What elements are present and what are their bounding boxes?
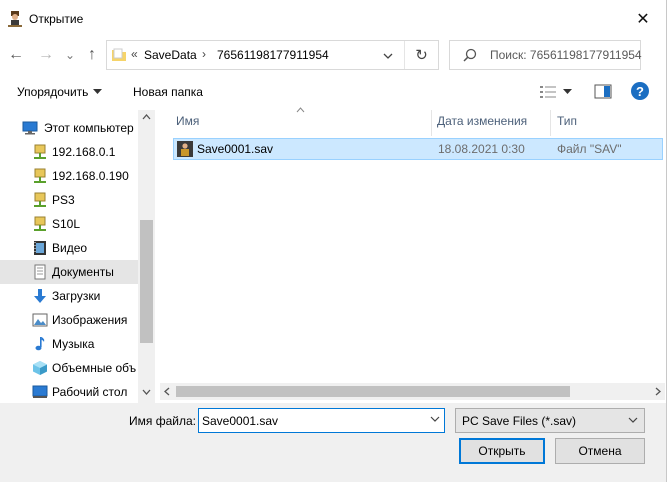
sidebar-item-pictures[interactable]: Изображения — [0, 308, 138, 332]
network-drive-icon — [34, 168, 46, 183]
scroll-right-arrow-icon[interactable] — [654, 387, 662, 396]
sav-file-icon — [177, 141, 193, 157]
sidebar-item-label: Изображения — [52, 313, 128, 327]
sort-ascending-icon — [296, 107, 305, 113]
recent-locations-button[interactable]: ⌄ — [62, 43, 78, 67]
sidebar-item-label: Рабочий стол — [52, 385, 128, 399]
folder-icon — [112, 48, 126, 61]
filename-label: Имя файла: — [129, 414, 196, 428]
chevron-down-icon — [628, 417, 638, 423]
file-type: Файл "SAV" — [557, 142, 622, 156]
sidebar-item-label: Загрузки — [52, 289, 101, 303]
network-drive-icon — [34, 216, 46, 231]
chevron-down-icon — [93, 89, 103, 94]
sidebar-item-label: Музыка — [52, 337, 95, 351]
3d-objects-folder-icon — [33, 361, 47, 375]
horizontal-scroll-thumb[interactable] — [176, 386, 570, 397]
filetype-select[interactable]: PC Save Files (*.sav) — [455, 408, 645, 433]
filename-combobox[interactable] — [198, 408, 445, 433]
breadcrumb-separator[interactable]: › — [202, 47, 206, 61]
search-placeholder: Поиск: 76561198177911954 — [490, 48, 642, 62]
cancel-button[interactable]: Отмена — [555, 438, 645, 464]
sidebar-item-label: 192.168.0.190 — [52, 169, 129, 183]
column-header-name[interactable]: Имя — [176, 114, 199, 128]
forward-button[interactable]: → — [34, 43, 58, 67]
column-header-date[interactable]: Дата изменения — [437, 114, 527, 128]
sidebar-item-label: Видео — [52, 241, 88, 255]
sidebar-item-label: Объемные объ — [52, 361, 137, 375]
documents-folder-icon — [34, 264, 46, 280]
sidebar-item-label: PS3 — [52, 193, 75, 207]
sidebar-item-192-168-0-190[interactable]: 192.168.0.190 — [0, 164, 138, 188]
scroll-left-arrow-icon[interactable] — [163, 387, 171, 396]
preview-pane-icon[interactable] — [594, 83, 612, 101]
sidebar-item-music[interactable]: Музыка — [0, 332, 138, 356]
desktop-folder-icon — [32, 385, 48, 398]
network-drive-icon — [34, 192, 46, 207]
chevron-down-icon[interactable] — [430, 414, 440, 424]
sidebar-item-ps3[interactable]: PS3 — [0, 188, 138, 212]
sidebar-item-this-pc[interactable]: Этот компьютер — [0, 116, 138, 140]
view-options-button[interactable] — [539, 83, 579, 101]
scroll-up-arrow-icon[interactable] — [142, 113, 151, 121]
sidebar-scroll-thumb[interactable] — [140, 220, 153, 343]
file-name: Save0001.sav — [197, 142, 274, 156]
network-drive-icon — [34, 144, 46, 159]
title-bar — [0, 0, 667, 38]
chevron-down-icon — [563, 89, 572, 94]
refresh-button[interactable]: ↻ — [404, 41, 438, 69]
sidebar-item-desktop[interactable]: Рабочий стол — [0, 380, 138, 403]
file-list[interactable]: Имя Дата изменения Тип Save0001.sav 18.0… — [165, 107, 665, 403]
details-view-icon — [540, 86, 556, 98]
navigation-pane[interactable]: Этот компьютер 192.168.0.1 192.168.0.190… — [0, 110, 154, 403]
new-folder-button[interactable]: Новая папка — [133, 85, 203, 99]
search-box[interactable]: Поиск: 76561198177911954 — [449, 40, 642, 70]
breadcrumb-steam-id[interactable]: 76561198177911954 — [217, 48, 329, 62]
sidebar-item-192-168-0-1[interactable]: 192.168.0.1 — [0, 140, 138, 164]
back-button[interactable]: ← — [4, 43, 28, 67]
computer-icon — [22, 121, 38, 135]
address-overflow[interactable]: « — [131, 47, 138, 61]
sidebar-item-s10l[interactable]: S10L — [0, 212, 138, 236]
file-date: 18.08.2021 0:30 — [438, 142, 525, 156]
filename-input[interactable] — [202, 413, 422, 429]
sidebar-item-label: S10L — [52, 217, 81, 231]
column-header-type[interactable]: Тип — [557, 114, 577, 128]
table-row[interactable]: Save0001.sav 18.08.2021 0:30 Файл "SAV" — [173, 138, 663, 160]
address-bar[interactable]: « SaveData › 76561198177911954 — [106, 40, 439, 70]
address-dropdown-icon[interactable] — [383, 52, 393, 60]
close-button[interactable]: ✕ — [619, 0, 667, 38]
sidebar-item-label: 192.168.0.1 — [52, 145, 116, 159]
sidebar-item-documents[interactable]: Документы — [0, 260, 138, 284]
sidebar-item-label: Этот компьютер — [44, 121, 134, 135]
breadcrumb-savedata[interactable]: SaveData — [144, 48, 197, 62]
filetype-value: PC Save Files (*.sav) — [462, 414, 577, 428]
pictures-folder-icon — [32, 313, 48, 327]
window-title: Открытие — [29, 12, 84, 26]
column-divider[interactable] — [550, 110, 551, 136]
app-icon — [8, 11, 22, 27]
column-divider[interactable] — [431, 110, 432, 136]
organize-button[interactable]: Упорядочить — [17, 85, 103, 99]
sidebar-item-label: Документы — [52, 265, 114, 279]
help-button[interactable]: ? — [631, 82, 649, 100]
sidebar-item-downloads[interactable]: Загрузки — [0, 284, 138, 308]
scroll-down-arrow-icon[interactable] — [142, 388, 151, 396]
open-button[interactable]: Открыть — [459, 438, 545, 464]
sidebar-item-video[interactable]: Видео — [0, 236, 138, 260]
downloads-folder-icon — [34, 289, 46, 303]
sidebar-item-3d-objects[interactable]: Объемные объ — [0, 356, 138, 380]
organize-label: Упорядочить — [17, 85, 89, 99]
up-button[interactable]: ↑ — [81, 43, 103, 67]
video-folder-icon — [34, 241, 46, 255]
music-folder-icon — [35, 337, 45, 351]
search-icon — [463, 48, 477, 62]
